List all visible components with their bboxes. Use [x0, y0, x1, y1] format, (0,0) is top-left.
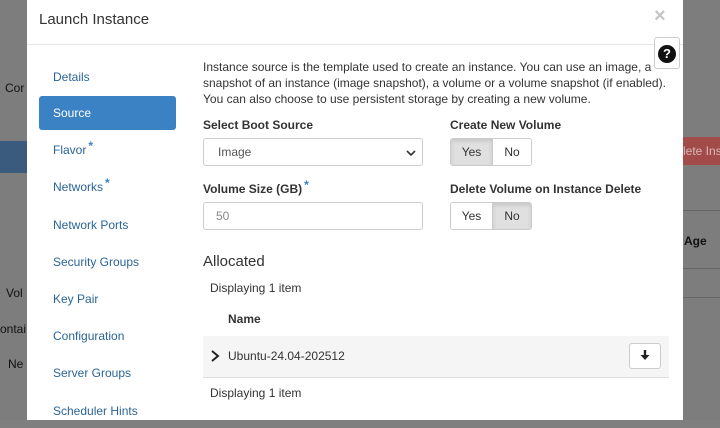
arrow-down-icon: [640, 350, 650, 360]
nav-item-label: Security Groups: [53, 255, 140, 269]
background-divider: [683, 268, 720, 269]
deallocate-button[interactable]: [629, 343, 661, 369]
nav-item-flavor[interactable]: Flavor *: [39, 133, 176, 167]
required-marker: *: [88, 139, 94, 153]
volume-size-input[interactable]: 50: [203, 202, 423, 230]
nav-item-network-ports[interactable]: Network Ports: [39, 208, 176, 242]
background-text: Vol: [6, 286, 23, 300]
background-text: Ne: [8, 357, 24, 371]
boot-source-label: Select Boot Source: [203, 118, 314, 132]
launch-instance-modal: Launch Instance × ? Details Source Flavo…: [27, 0, 683, 420]
nav-item-scheduler-hints[interactable]: Scheduler Hints: [39, 394, 176, 428]
background-column-header: Age: [684, 234, 707, 248]
background-nav-bar: [0, 141, 27, 173]
nav-item-details[interactable]: Details: [39, 60, 176, 94]
nav-item-label: Source: [53, 106, 92, 120]
delete-volume-label: Delete Volume on Instance Delete: [450, 182, 642, 196]
column-header-name: Name: [228, 312, 261, 326]
volume-size-label: Volume Size (GB) *: [203, 178, 309, 196]
allocated-table-header: Name: [203, 306, 669, 337]
allocated-count-bottom: Displaying 1 item: [210, 386, 302, 400]
boot-source-value: Image: [218, 145, 252, 159]
background-divider: [683, 210, 720, 211]
allocated-count-top: Displaying 1 item: [210, 281, 302, 295]
table-row: Ubuntu-24.04-202512: [203, 336, 669, 378]
nav-item-security-groups[interactable]: Security Groups: [39, 245, 176, 279]
create-volume-no-button[interactable]: No: [492, 139, 531, 165]
nav-item-label: Server Groups: [53, 366, 132, 380]
close-icon[interactable]: ×: [654, 5, 666, 28]
nav-item-source[interactable]: Source: [39, 96, 176, 130]
nav-item-label: Details: [53, 70, 90, 84]
modal-header: Launch Instance ×: [27, 0, 683, 45]
modal-title: Launch Instance: [39, 11, 150, 28]
nav-item-server-groups[interactable]: Server Groups: [39, 356, 176, 390]
required-marker: *: [105, 176, 110, 190]
nav-item-label: Flavor: [53, 143, 87, 157]
create-volume-toggle: Yes No: [450, 138, 532, 166]
chevron-right-icon[interactable]: [210, 350, 220, 362]
required-marker: *: [304, 178, 309, 192]
create-volume-yes-button[interactable]: Yes: [451, 139, 492, 165]
background-divider: [683, 297, 720, 298]
nav-item-label: Key Pair: [53, 292, 99, 306]
background-text: ontai: [0, 322, 27, 336]
delete-volume-yes-button[interactable]: Yes: [451, 203, 492, 229]
boot-source-select[interactable]: Image: [203, 138, 423, 166]
nav-item-key-pair[interactable]: Key Pair: [39, 282, 176, 316]
nav-item-label: Scheduler Hints: [53, 404, 138, 418]
nav-item-label: Networks: [53, 180, 104, 194]
delete-volume-toggle: Yes No: [450, 202, 532, 230]
image-name: Ubuntu-24.04-202512: [228, 349, 345, 363]
nav-item-label: Network Ports: [53, 218, 129, 232]
nav-item-configuration[interactable]: Configuration: [39, 319, 176, 353]
allocated-title: Allocated: [203, 253, 265, 270]
nav-item-networks[interactable]: Networks *: [39, 170, 176, 204]
delete-volume-no-button[interactable]: No: [492, 203, 531, 229]
create-volume-label: Create New Volume: [450, 118, 562, 132]
nav-item-label: Configuration: [53, 329, 125, 343]
source-intro-text: Instance source is the template used to …: [203, 60, 666, 106]
background-delete-button: lete Ins: [683, 137, 720, 165]
chevron-down-icon: [406, 150, 416, 157]
background-text: Cor: [5, 81, 25, 95]
